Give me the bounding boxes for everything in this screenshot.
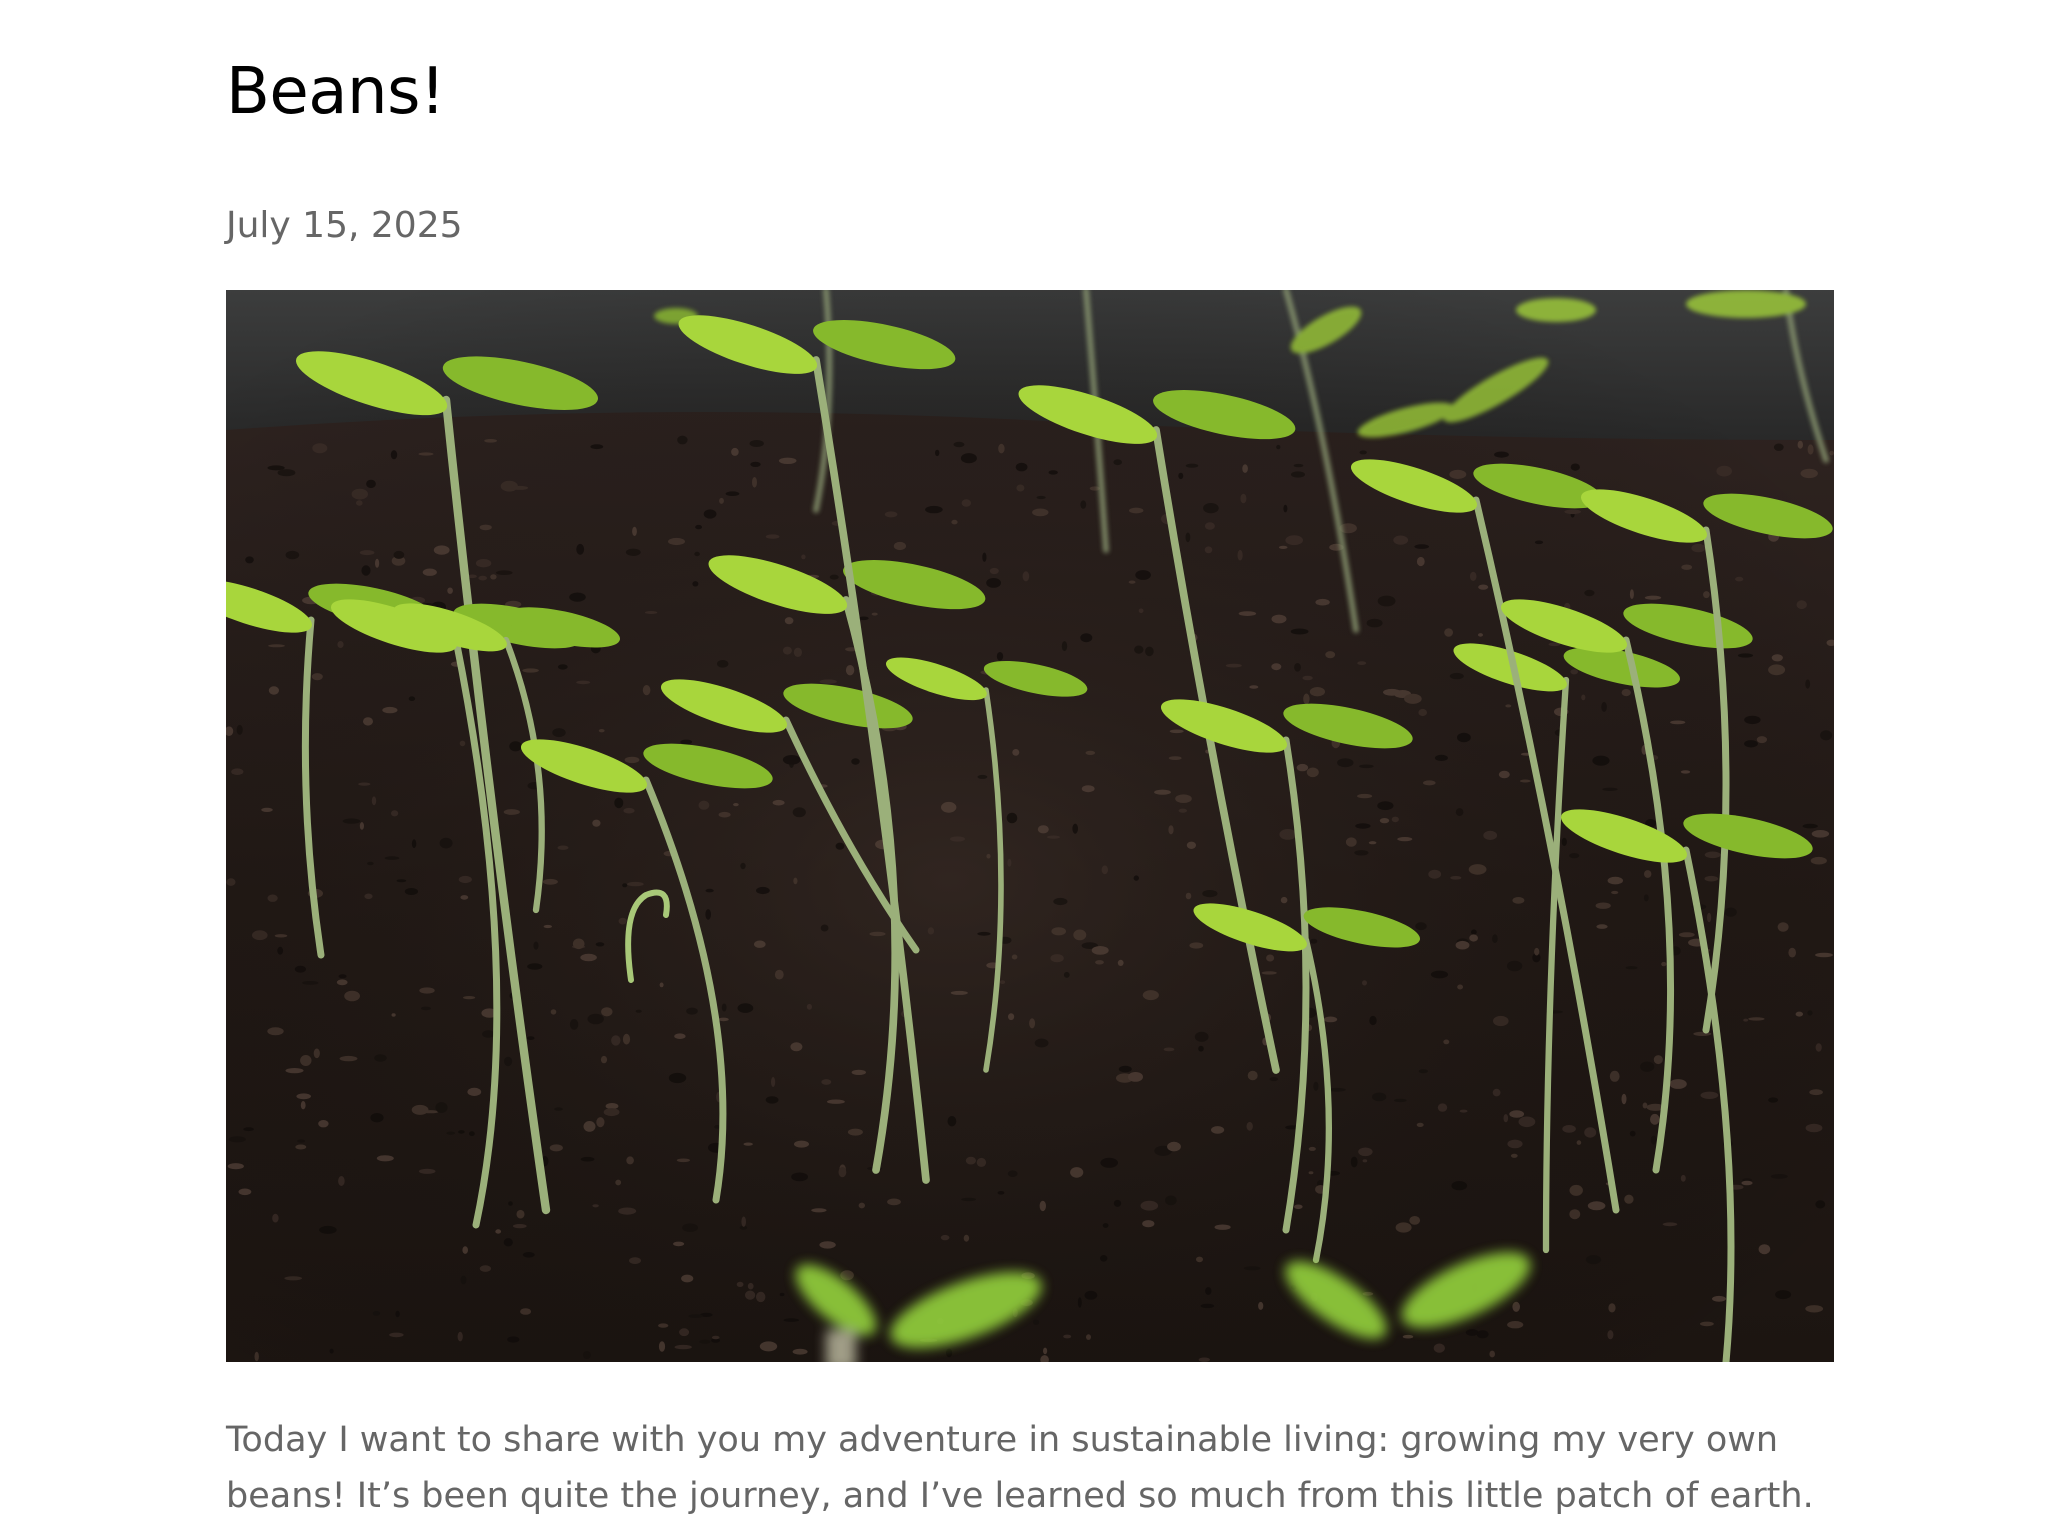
post-body: Today I want to share with you my advent…	[226, 1420, 1814, 1516]
post-date: July 15, 2025	[226, 205, 463, 246]
post-title: Beans!	[226, 55, 446, 129]
seedlings-photo	[226, 290, 1834, 1362]
